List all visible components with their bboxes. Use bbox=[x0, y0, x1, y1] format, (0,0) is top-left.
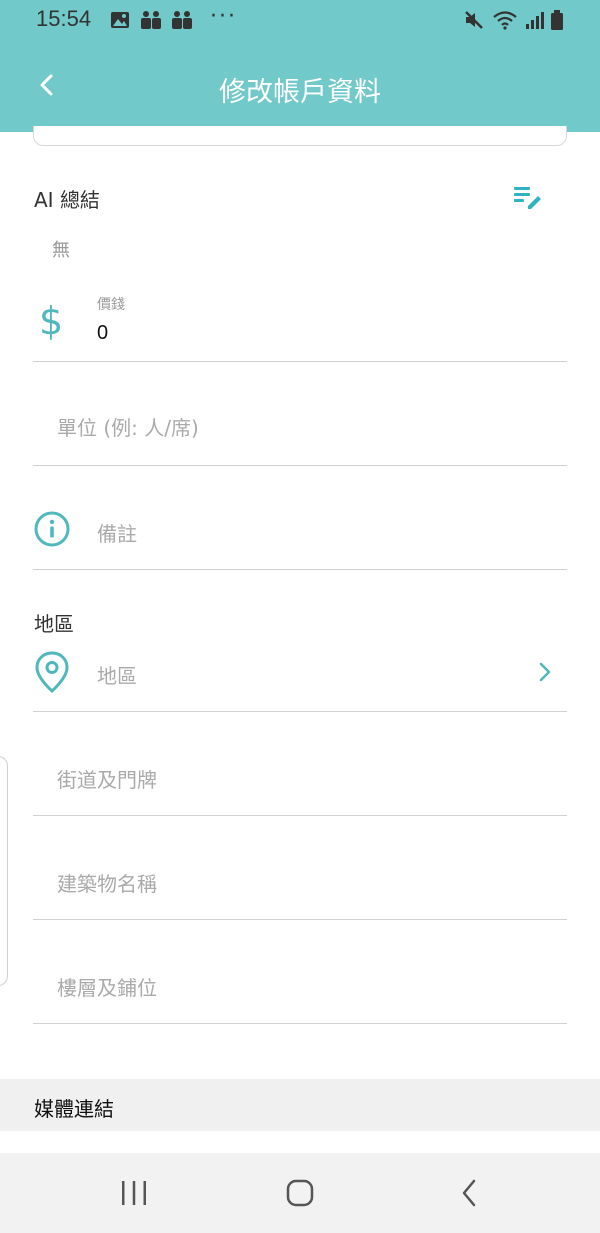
ai-summary-value: 無 bbox=[52, 240, 70, 261]
previous-card-edge bbox=[33, 126, 567, 146]
status-bar: 15:54 ··· bbox=[0, 0, 600, 40]
region-section-label: 地區 bbox=[34, 612, 74, 636]
svg-text:$: $ bbox=[39, 300, 63, 340]
image-icon bbox=[111, 12, 129, 28]
floor-placeholder: 樓層及鋪位 bbox=[57, 976, 157, 1000]
media-links-section: 媒體連結 bbox=[0, 1079, 600, 1131]
wifi-icon bbox=[493, 11, 517, 30]
edge-panel-handle[interactable] bbox=[0, 756, 8, 986]
more-notifications-indicator: ··· bbox=[210, 4, 237, 29]
building-field[interactable]: 建築物名稱 bbox=[33, 816, 567, 920]
floor-field[interactable]: 樓層及鋪位 bbox=[33, 920, 567, 1024]
chevron-right-icon bbox=[539, 662, 551, 682]
price-field[interactable]: $ 價錢 0 bbox=[33, 288, 567, 362]
unit-field[interactable]: 單位 (例: 人/席) bbox=[33, 362, 567, 466]
remark-placeholder: 備註 bbox=[97, 522, 137, 546]
ai-summary-label: AI 總結 bbox=[34, 188, 100, 212]
page-title: 修改帳戶資料 bbox=[219, 77, 381, 108]
home-icon[interactable] bbox=[282, 1177, 318, 1209]
info-icon bbox=[34, 511, 70, 547]
unit-placeholder: 單位 (例: 人/席) bbox=[57, 416, 199, 440]
remark-field[interactable]: 備註 bbox=[33, 466, 567, 570]
street-placeholder: 街道及門牌 bbox=[57, 768, 157, 792]
price-label: 價錢 bbox=[97, 297, 125, 313]
region-selector[interactable]: 地區 bbox=[33, 636, 567, 712]
back-icon[interactable] bbox=[452, 1177, 488, 1209]
media-links-label: 媒體連結 bbox=[34, 1097, 114, 1121]
recent-apps-icon[interactable] bbox=[116, 1177, 152, 1209]
edit-notes-icon[interactable] bbox=[512, 184, 542, 210]
battery-icon bbox=[551, 10, 563, 30]
region-placeholder: 地區 bbox=[97, 664, 137, 688]
building-placeholder: 建築物名稱 bbox=[57, 872, 157, 896]
teams-icon bbox=[141, 11, 161, 29]
mute-icon bbox=[465, 11, 483, 29]
dollar-icon: $ bbox=[39, 300, 63, 340]
price-value[interactable]: 0 bbox=[97, 322, 108, 345]
teams-icon bbox=[172, 11, 192, 29]
system-navigation-bar bbox=[0, 1153, 600, 1233]
location-pin-icon bbox=[35, 651, 69, 693]
status-time: 15:54 bbox=[36, 6, 92, 31]
app-header: 修改帳戶資料 bbox=[0, 40, 600, 132]
street-field[interactable]: 街道及門牌 bbox=[33, 712, 567, 816]
signal-icon bbox=[526, 12, 544, 29]
